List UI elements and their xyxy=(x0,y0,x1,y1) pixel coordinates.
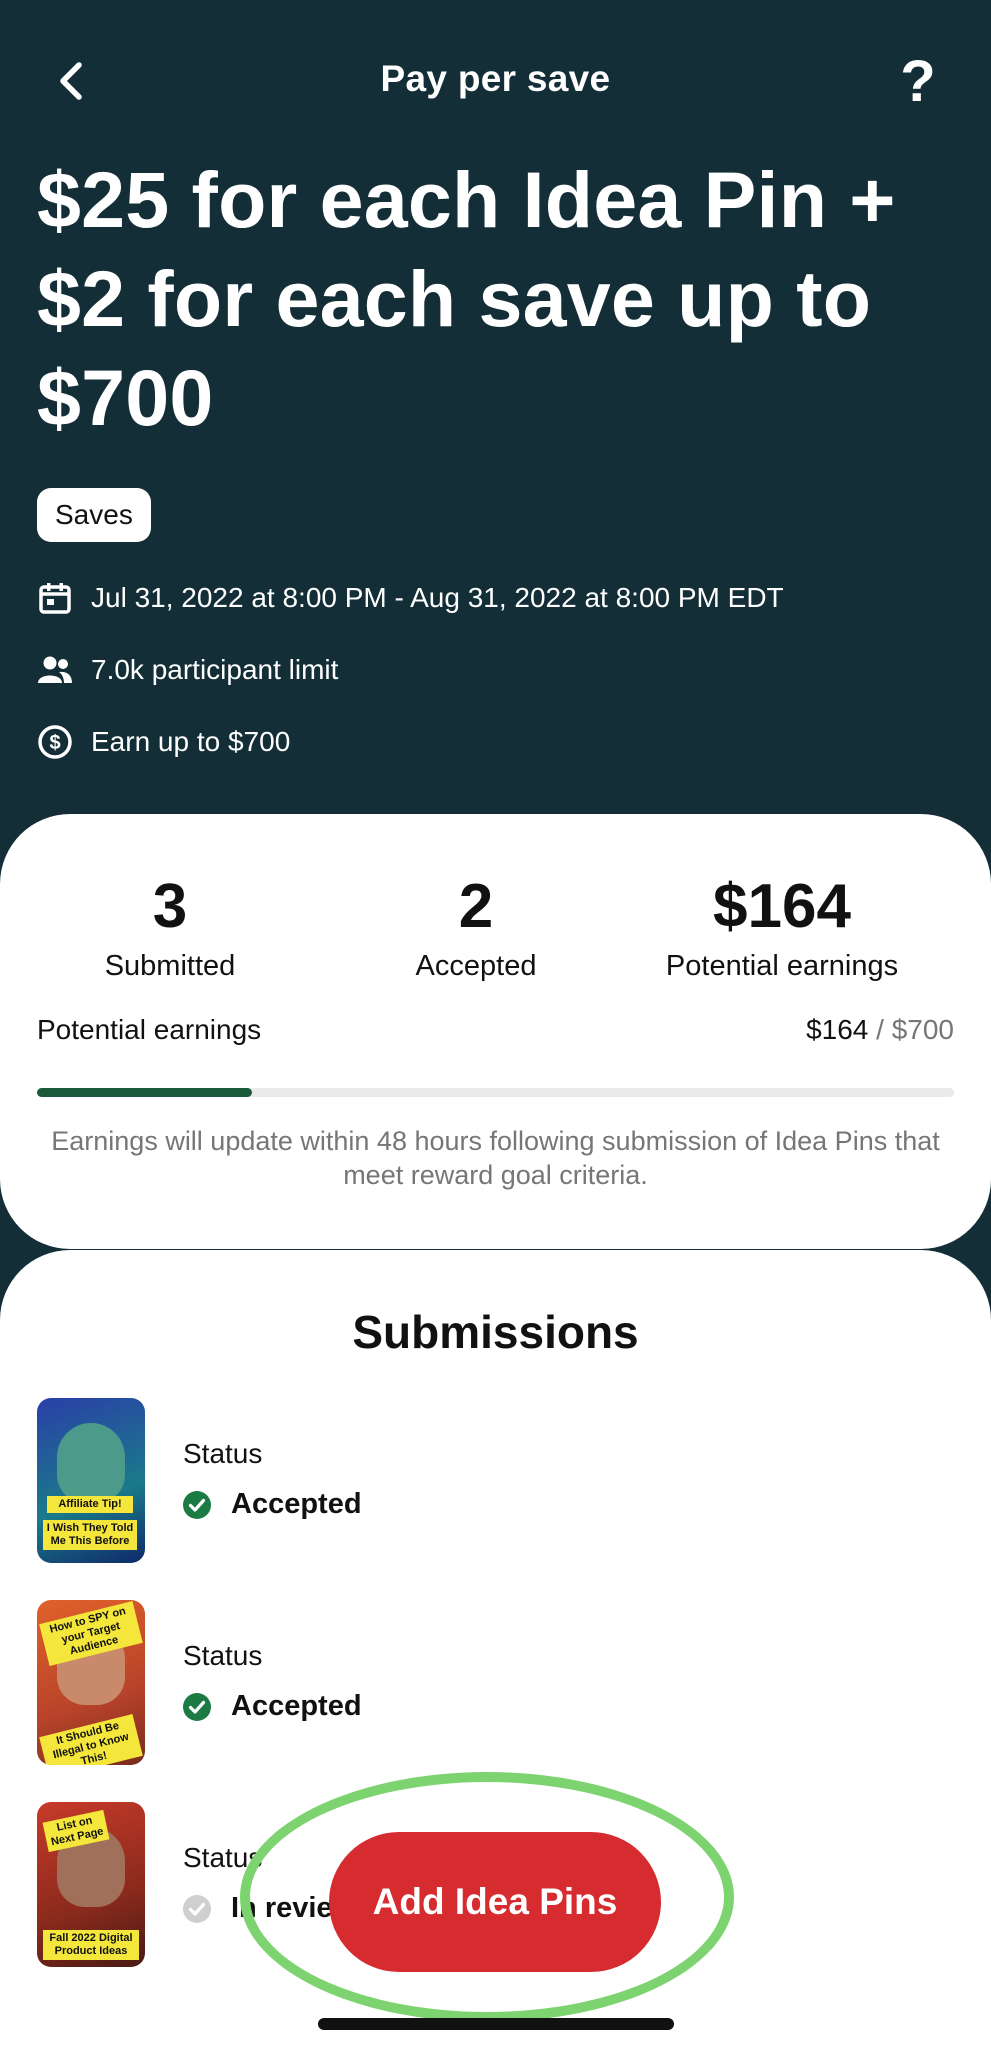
submission-item[interactable]: How to SPY on your Target Audience It Sh… xyxy=(37,1600,937,1765)
home-indicator xyxy=(318,2018,674,2030)
date-range-text: Jul 31, 2022 at 8:00 PM - Aug 31, 2022 a… xyxy=(91,582,784,613)
stat-value: $164 xyxy=(713,872,851,941)
calendar-icon xyxy=(37,580,73,616)
earnings-progress-fill xyxy=(37,1088,252,1097)
stat-submitted: 3 Submitted xyxy=(20,872,320,986)
participant-limit-text: 7.0k participant limit xyxy=(91,654,339,685)
people-icon xyxy=(37,652,73,688)
stat-value: 3 xyxy=(152,872,188,941)
stat-potential-earnings: $164 Potential earnings xyxy=(632,872,932,986)
earnings-max: $700 xyxy=(891,1014,954,1045)
potential-earnings-value: $164 / $700 xyxy=(806,1014,954,1046)
check-circle-icon xyxy=(183,1692,211,1721)
page-title: Pay per save xyxy=(380,58,611,99)
svg-text:$: $ xyxy=(49,732,60,754)
status-text: Accepted xyxy=(231,1690,362,1722)
thumbnail-tag: I Wish They Told Me This Before xyxy=(43,1520,137,1550)
stat-label: Potential earnings xyxy=(665,950,899,982)
thumbnail-tag: Affiliate Tip! xyxy=(47,1496,133,1513)
participant-limit-row: 7.0k participant limit xyxy=(37,650,338,690)
stat-value: 2 xyxy=(458,872,494,941)
nav-bar: Pay per save ? xyxy=(0,50,991,114)
earn-up-to-text: Earn up to $700 xyxy=(91,726,291,757)
potential-earnings-label: Potential earnings xyxy=(37,1014,262,1045)
date-range-row: Jul 31, 2022 at 8:00 PM - Aug 31, 2022 a… xyxy=(37,578,784,618)
submission-thumbnail: How to SPY on your Target Audience It Sh… xyxy=(37,1600,145,1765)
stat-accepted: 2 Accepted xyxy=(326,872,626,986)
earnings-note: Earnings will update within 48 hours fol… xyxy=(51,1126,940,1190)
help-button[interactable]: ? xyxy=(893,50,943,114)
dollar-circle-icon: $ xyxy=(37,724,73,760)
campaign-headline: $25 for each Idea Pin + $2 for each save… xyxy=(37,155,896,442)
status-label: Status xyxy=(183,1640,263,1671)
status-value: Accepted xyxy=(183,1690,362,1723)
earnings-card: 3 Submitted 2 Accepted $164 Potential ea… xyxy=(0,814,991,1249)
earnings-current: $164 xyxy=(806,1014,869,1045)
earnings-progress-bar xyxy=(37,1088,954,1097)
thumbnail-tag: It Should Be Illegal to Know This! xyxy=(39,1714,143,1765)
submission-thumbnail: List on Next Page Fall 2022 Digital Prod… xyxy=(37,1802,145,1967)
status-value: Accepted xyxy=(183,1488,362,1521)
stat-label: Accepted xyxy=(415,950,537,982)
pending-check-icon xyxy=(183,1894,211,1923)
status-label: Status xyxy=(183,1438,263,1469)
submissions-title: Submissions xyxy=(352,1306,639,1358)
submission-item[interactable]: Affiliate Tip! I Wish They Told Me This … xyxy=(37,1398,937,1563)
add-idea-pins-button[interactable]: Add Idea Pins xyxy=(329,1832,661,1972)
check-circle-icon xyxy=(183,1490,211,1519)
header: Pay per save ? $25 for each Idea Pin + $… xyxy=(0,0,991,860)
earn-up-to-row: $ Earn up to $700 xyxy=(37,722,290,762)
status-text: Accepted xyxy=(231,1488,362,1520)
stat-label: Submitted xyxy=(104,950,236,982)
thumbnail-tag: Fall 2022 Digital Product Ideas xyxy=(43,1930,139,1960)
thumbnail-face xyxy=(57,1423,125,1503)
earnings-separator: / xyxy=(868,1014,892,1045)
submission-thumbnail: Affiliate Tip! I Wish They Told Me This … xyxy=(37,1398,145,1563)
category-chip: Saves xyxy=(37,488,151,542)
